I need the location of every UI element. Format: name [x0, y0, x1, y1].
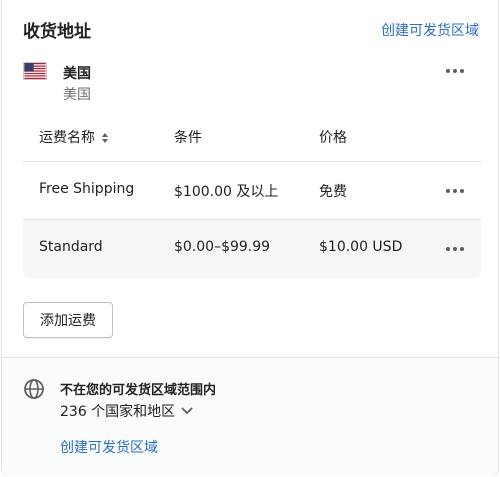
rates-table: 运费名称 条件 价格 Free Shipping $100.00 及以上 免费 …	[23, 112, 481, 278]
rate-name: Free Shipping	[39, 181, 135, 197]
globe-icon	[24, 379, 44, 399]
shipping-zone-card: 收货地址 创建可发货区域 美国 美国 运费名称 条件 价格 Free Shipp…	[1, 0, 499, 476]
chevron-down-icon	[181, 407, 193, 415]
table-row[interactable]: Standard $0.00–$99.99 $10.00 USD	[23, 220, 481, 278]
rate-more-actions-icon[interactable]	[443, 241, 467, 257]
zone-more-actions-icon[interactable]	[443, 63, 467, 79]
rate-price: $10.00 USD	[319, 239, 403, 255]
column-header-rate-name[interactable]: 运费名称	[39, 127, 109, 147]
add-rate-button[interactable]: 添加运费	[23, 302, 113, 338]
column-header-condition: 条件	[174, 130, 202, 146]
rate-condition: $100.00 及以上	[174, 184, 279, 200]
create-shipping-zone-link-bottom[interactable]: 创建可发货区域	[60, 437, 158, 457]
zone-countries: 美国	[63, 87, 91, 103]
countries-count-label: 236 个国家和地区	[60, 404, 176, 420]
rest-of-world-title: 不在您的可发货区域范围内	[60, 383, 217, 398]
sort-icon[interactable]	[101, 132, 109, 144]
rate-more-actions-icon[interactable]	[443, 183, 467, 199]
table-row[interactable]: Free Shipping $100.00 及以上 免费	[23, 162, 481, 220]
rate-price: 免费	[319, 184, 347, 200]
rate-name: Standard	[39, 239, 103, 255]
rate-condition: $0.00–$99.99	[174, 239, 271, 255]
column-header-price: 价格	[319, 130, 347, 146]
us-flag-icon	[23, 62, 47, 80]
countries-count-toggle[interactable]: 236 个国家和地区	[60, 401, 193, 421]
create-shipping-zone-link[interactable]: 创建可发货区域	[381, 20, 479, 40]
zone-name: 美国	[63, 66, 91, 82]
card-title: 收货地址	[23, 22, 91, 42]
rates-table-header: 运费名称 条件 价格	[23, 112, 481, 162]
